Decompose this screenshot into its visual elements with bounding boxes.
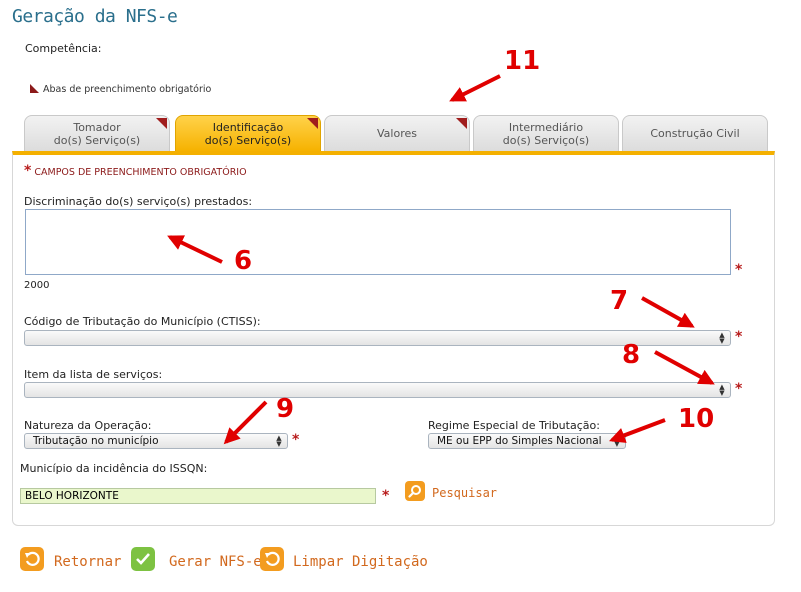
tab-intermediario[interactable]: Intermediário do(s) Serviço(s) — [473, 115, 619, 151]
up-down-arrows-icon: ▲ ▼ — [719, 383, 725, 397]
required-tabs-legend: Abas de preenchimento obrigatório — [30, 84, 211, 95]
up-down-arrows-icon: ▲ ▼ — [614, 434, 620, 448]
retornar-button[interactable]: Retornar — [54, 554, 121, 570]
annotation-number-7: 7 — [610, 286, 629, 316]
item-lista-label: Item da lista de serviços: — [24, 368, 163, 381]
tab-label-line1: Construção Civil — [650, 127, 740, 140]
tab-valores[interactable]: Valores — [324, 115, 470, 151]
pesquisar-link[interactable]: Pesquisar — [432, 486, 497, 500]
annotation-number-10: 10 — [678, 404, 715, 434]
natureza-select[interactable]: Tributação no município ▲ ▼ — [24, 433, 288, 449]
tab-label-line2: do(s) Serviço(s) — [53, 133, 141, 147]
annotation-number-6: 6 — [234, 246, 253, 276]
legend-text: Abas de preenchimento obrigatório — [43, 84, 212, 95]
tab-label-line1: Intermediário — [508, 120, 584, 134]
limpar-digitacao-button[interactable]: Limpar Digitação — [293, 554, 428, 570]
tab-identificacao[interactable]: Identificação do(s) Serviço(s) — [175, 115, 321, 151]
search-icon[interactable] — [405, 481, 425, 501]
reset-icon[interactable] — [260, 547, 284, 571]
required-star-icon: * — [24, 163, 32, 179]
annotation-number-9: 9 — [276, 394, 295, 424]
page-title: Geração da NFS-e — [12, 6, 178, 27]
required-fields-text: CAMPOS DE PREENCHIMENTO OBRIGATÓRIO — [34, 167, 247, 178]
ctiss-label: Código de Tributação do Município (CTISS… — [24, 315, 261, 328]
tab-label-line2: do(s) Serviço(s) — [204, 133, 292, 147]
required-flag-icon — [456, 118, 467, 129]
up-down-arrows-icon: ▲ ▼ — [719, 331, 725, 345]
tab-label-line1: Valores — [377, 127, 417, 140]
tab-construcao-civil[interactable]: Construção Civil — [622, 115, 768, 151]
character-counter: 2000 — [24, 280, 50, 291]
item-lista-select[interactable]: ▲ ▼ — [24, 382, 731, 398]
municipio-label: Município da incidência do ISSQN: — [20, 462, 208, 475]
regime-label: Regime Especial de Tributação: — [428, 419, 600, 432]
annotation-number-8: 8 — [622, 340, 641, 370]
regime-selected-value: ME ou EPP do Simples Nacional — [437, 435, 602, 447]
gerar-nfse-button[interactable]: Gerar NFS-e — [169, 554, 262, 570]
municipio-input[interactable] — [20, 488, 376, 504]
competencia-label: Competência: — [25, 42, 102, 55]
natureza-selected-value: Tributação no município — [33, 435, 159, 447]
natureza-label: Natureza da Operação: — [24, 419, 152, 432]
required-star-icon: * — [292, 432, 300, 448]
tab-label-line1: Identificação — [212, 120, 284, 134]
tab-tomador[interactable]: Tomador do(s) Serviço(s) — [24, 115, 170, 151]
required-star-icon: * — [382, 488, 390, 504]
annotation-number-11: 11 — [504, 46, 541, 76]
required-star-icon: * — [735, 329, 743, 345]
required-star-icon: * — [735, 381, 743, 397]
descricao-label: Discriminação do(s) serviço(s) prestados… — [24, 195, 253, 208]
required-flag-icon — [156, 118, 167, 129]
regime-select[interactable]: ME ou EPP do Simples Nacional ▲ ▼ — [428, 433, 626, 449]
tab-label-line2: do(s) Serviço(s) — [502, 133, 590, 147]
tab-label-line1: Tomador — [73, 120, 121, 134]
required-flag-icon — [307, 118, 318, 129]
required-star-icon: * — [735, 262, 743, 278]
arrow-11 — [449, 74, 501, 102]
return-icon[interactable] — [20, 547, 44, 571]
up-down-arrows-icon: ▲ ▼ — [276, 434, 282, 448]
checkmark-icon[interactable] — [131, 547, 155, 571]
required-flag-icon — [30, 84, 39, 93]
required-fields-note: * CAMPOS DE PREENCHIMENTO OBRIGATÓRIO — [24, 163, 247, 179]
descricao-textarea[interactable] — [25, 209, 731, 275]
